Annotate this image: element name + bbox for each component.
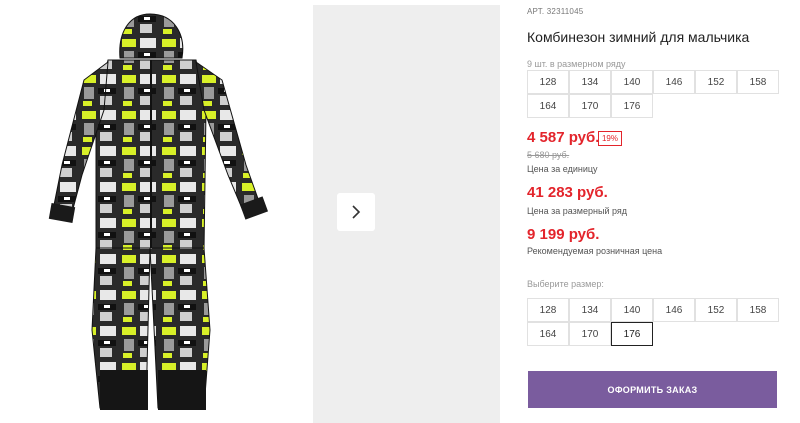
article-prefix: АРТ. bbox=[527, 7, 545, 16]
pack-size-164: 164 bbox=[527, 94, 569, 118]
range-price: 41 283 руб. bbox=[527, 184, 608, 201]
unit-price-caption: Цена за единицу bbox=[527, 164, 598, 174]
pack-size-176: 176 bbox=[611, 94, 653, 118]
article-number: АРТ. 32311045 bbox=[527, 7, 583, 16]
old-price: 5 680 руб. bbox=[527, 150, 570, 160]
pack-size-170: 170 bbox=[569, 94, 611, 118]
size-select-grid: 128 134 140 146 152 158 164 170 176 bbox=[527, 298, 779, 346]
size-option-128[interactable]: 128 bbox=[527, 298, 569, 322]
pack-size-grid: 128 134 140 146 152 158 164 170 176 bbox=[527, 70, 779, 118]
size-option-140[interactable]: 140 bbox=[611, 298, 653, 322]
pack-size-146: 146 bbox=[653, 70, 695, 94]
product-title: Комбинезон зимний для мальчика bbox=[527, 29, 750, 45]
size-option-158[interactable]: 158 bbox=[737, 298, 779, 322]
place-order-button[interactable]: ОФОРМИТЬ ЗАКАЗ bbox=[528, 371, 777, 408]
pack-size-128: 128 bbox=[527, 70, 569, 94]
product-image bbox=[0, 0, 312, 423]
retail-price: 9 199 руб. bbox=[527, 226, 600, 243]
range-price-caption: Цена за размерный ряд bbox=[527, 206, 628, 216]
retail-price-caption: Рекомендуемая розничная цена bbox=[527, 246, 663, 256]
size-option-176[interactable]: 176 bbox=[611, 322, 653, 346]
pack-size-152: 152 bbox=[695, 70, 737, 94]
pack-size-label: 9 шт. в размерном ряду bbox=[527, 59, 626, 69]
size-option-134[interactable]: 134 bbox=[569, 298, 611, 322]
size-option-152[interactable]: 152 bbox=[695, 298, 737, 322]
discount-badge: 19% bbox=[598, 131, 622, 146]
size-option-146[interactable]: 146 bbox=[653, 298, 695, 322]
pack-size-140: 140 bbox=[611, 70, 653, 94]
unit-price: 4 587 руб. bbox=[527, 129, 600, 146]
jumpsuit-illustration bbox=[48, 13, 269, 410]
article-value: 32311045 bbox=[546, 7, 584, 16]
size-select-label: Выберите размер: bbox=[527, 279, 604, 289]
gallery-next-button[interactable] bbox=[337, 193, 375, 231]
product-info-panel: АРТ. 32311045 Комбинезон зимний для маль… bbox=[527, 0, 800, 423]
pack-size-158: 158 bbox=[737, 70, 779, 94]
size-option-170[interactable]: 170 bbox=[569, 322, 611, 346]
pack-size-134: 134 bbox=[569, 70, 611, 94]
chevron-right-icon bbox=[352, 205, 361, 219]
size-option-164[interactable]: 164 bbox=[527, 322, 569, 346]
